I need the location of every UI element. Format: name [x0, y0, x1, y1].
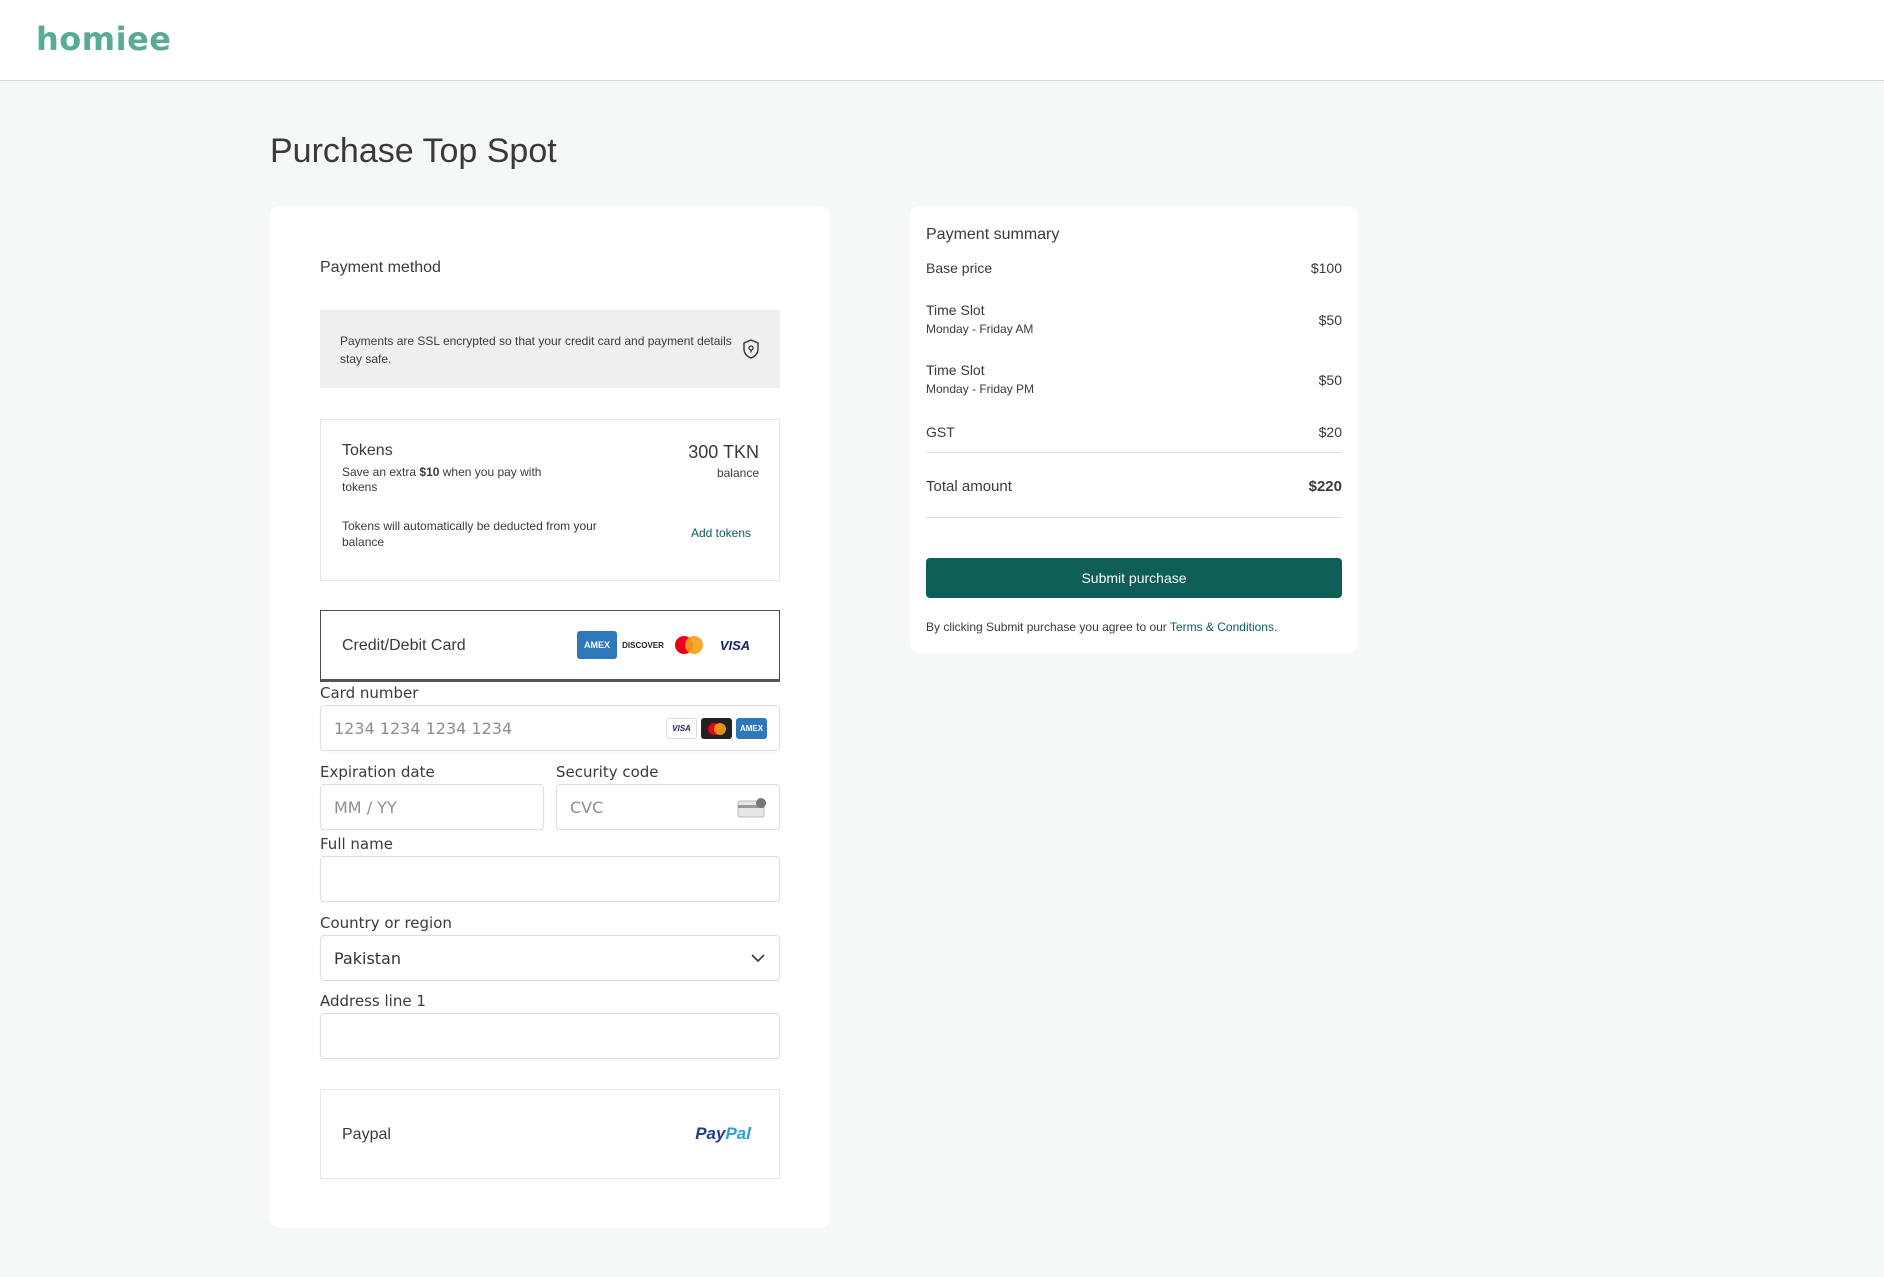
base-price-label: Base price — [926, 260, 993, 276]
chevron-down-icon — [751, 954, 765, 963]
paypal-logo-icon: PayPal — [695, 1124, 751, 1144]
card-number-field[interactable]: VISA AMEX — [320, 705, 780, 751]
add-tokens-link[interactable]: Add tokens — [691, 526, 751, 540]
page-title: Purchase Top Spot — [270, 132, 557, 170]
submit-purchase-button[interactable]: Submit purchase — [926, 558, 1342, 598]
terms-link[interactable]: Terms & Conditions — [1170, 620, 1274, 634]
ssl-notice-text: Payments are SSL encrypted so that your … — [340, 334, 732, 366]
full-name-label: Full name — [320, 835, 393, 853]
summary-divider — [926, 452, 1342, 453]
paypal-logo-part-b: Pal — [725, 1124, 751, 1143]
cvc-field[interactable] — [556, 784, 780, 830]
mastercard-logo-icon — [669, 631, 709, 659]
full-name-field[interactable] — [320, 856, 780, 902]
payment-method-title: Payment method — [320, 259, 441, 276]
card-number-brand-logos: VISA AMEX — [666, 718, 767, 739]
discover-logo-icon: DISCOVER — [622, 640, 664, 650]
terms-suffix: . — [1273, 620, 1278, 634]
time-slot-am-sub: Monday - Friday AM — [926, 322, 1034, 336]
base-price-row: Base price $100 — [926, 260, 1342, 276]
mastercard-mini-icon — [701, 718, 732, 739]
amex-mini-icon: AMEX — [736, 718, 767, 739]
tokens-amount: 300 TKN — [688, 442, 759, 462]
time-slot-am-label: Time Slot — [926, 302, 985, 318]
total-label: Total amount — [926, 478, 1012, 495]
time-slot-pm-label: Time Slot — [926, 362, 985, 378]
payment-summary-card: Payment summary Base price $100 Time Slo… — [910, 206, 1358, 653]
address-input[interactable] — [334, 1027, 634, 1046]
base-price-value: $100 — [1310, 260, 1342, 276]
total-divider — [926, 517, 1342, 518]
time-slot-am-row: Time Slot Monday - Friday AM $50 — [926, 302, 1342, 336]
tokens-savings-note: Save an extra $10 when you pay with toke… — [342, 465, 572, 495]
terms-prefix: By clicking Submit purchase you agree to… — [926, 620, 1170, 634]
full-name-input[interactable] — [334, 870, 634, 889]
time-slot-pm-sub: Monday - Friday PM — [926, 382, 1035, 396]
credit-card-label: Credit/Debit Card — [342, 637, 466, 654]
visa-logo-icon: VISA — [719, 637, 751, 653]
terms-note: By clicking Submit purchase you agree to… — [926, 620, 1277, 634]
time-slot-am-value: $50 — [1318, 312, 1342, 328]
tokens-savings-amount: $10 — [419, 465, 440, 479]
time-slot-pm-row: Time Slot Monday - Friday PM $50 — [926, 362, 1342, 396]
ssl-notice: Payments are SSL encrypted so that your … — [320, 310, 780, 388]
cvc-label: Security code — [556, 763, 659, 781]
shield-lock-icon — [743, 339, 759, 359]
tokens-balance-label: balance — [716, 466, 759, 480]
country-label: Country or region — [320, 914, 452, 932]
paypal-option[interactable]: Paypal PayPal — [320, 1089, 780, 1179]
cvc-input[interactable] — [570, 798, 720, 817]
country-value: Pakistan — [334, 949, 401, 968]
total-row: Total amount $220 — [926, 478, 1342, 495]
tokens-savings-prefix: Save an extra — [342, 465, 420, 479]
tokens-option[interactable]: Tokens Save an extra $10 when you pay wi… — [320, 419, 780, 581]
visa-mini-icon: VISA — [666, 718, 697, 739]
card-number-input[interactable] — [334, 719, 634, 738]
tokens-deduct-note: Tokens will automatically be deducted fr… — [342, 519, 597, 549]
expiry-label: Expiration date — [320, 763, 435, 781]
homiee-logo[interactable]: homiee — [36, 20, 171, 58]
gst-row: GST $20 — [926, 424, 1342, 440]
cvc-card-icon — [737, 798, 766, 818]
tokens-title: Tokens — [342, 442, 393, 459]
address-label: Address line 1 — [320, 992, 426, 1010]
card-brand-logos: AMEX DISCOVER VISA — [577, 631, 755, 659]
country-select[interactable]: Pakistan — [320, 935, 780, 981]
time-slot-pm-value: $50 — [1318, 372, 1342, 388]
gst-value: $20 — [1318, 424, 1342, 440]
amex-logo-icon: AMEX — [577, 631, 617, 659]
total-value: $220 — [1308, 478, 1342, 495]
address-field[interactable] — [320, 1013, 780, 1059]
card-number-label: Card number — [320, 684, 419, 702]
paypal-logo-part-a: Pay — [695, 1124, 726, 1143]
payment-summary-title: Payment summary — [926, 226, 1060, 243]
gst-label: GST — [926, 424, 955, 440]
credit-card-option[interactable]: Credit/Debit Card AMEX DISCOVER VISA — [320, 610, 780, 682]
payment-method-card: Payment method Payments are SSL encrypte… — [270, 206, 830, 1228]
expiry-input[interactable] — [334, 798, 524, 817]
paypal-label: Paypal — [342, 1126, 391, 1143]
expiry-field[interactable] — [320, 784, 544, 830]
top-bar: homiee — [0, 0, 1884, 81]
